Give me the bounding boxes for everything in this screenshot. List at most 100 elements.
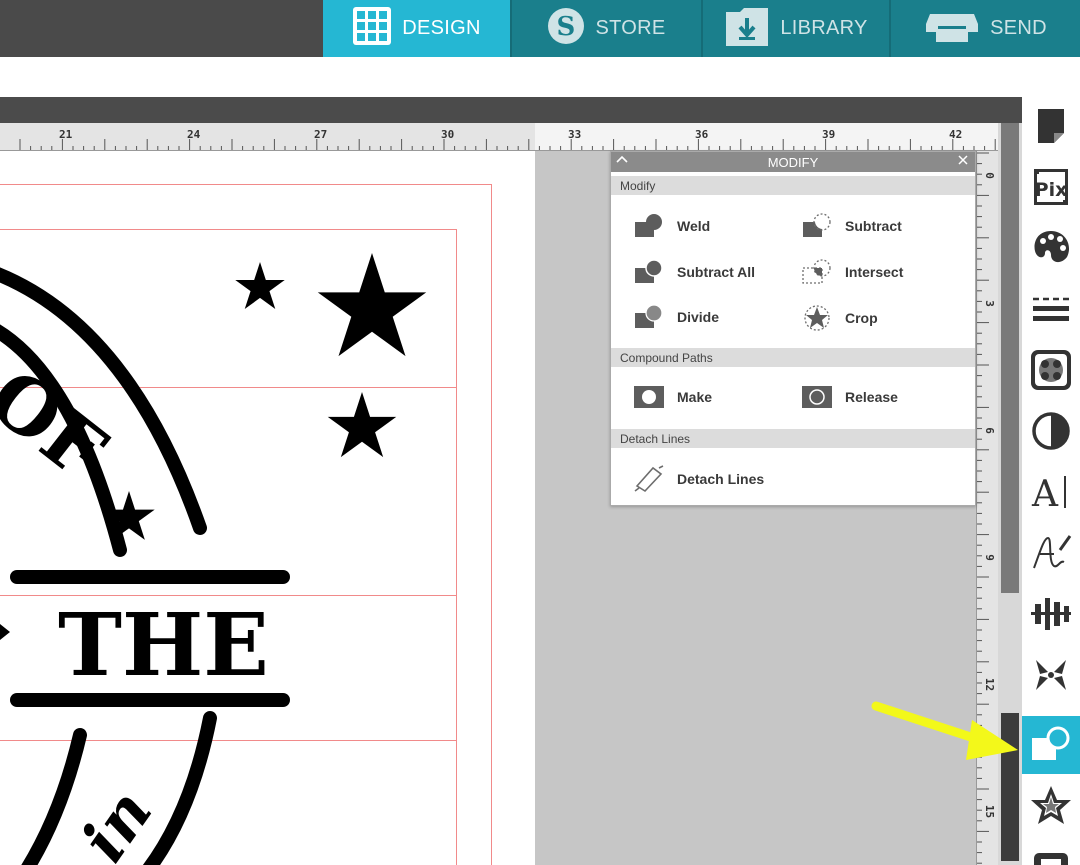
intersect-button[interactable]: Intersect [801, 259, 903, 285]
intersect-icon [802, 259, 831, 284]
trace-icon [1031, 350, 1071, 390]
tab-send[interactable]: SEND [891, 0, 1080, 57]
sketch-button[interactable] [1022, 524, 1080, 582]
offset-button[interactable] [1022, 777, 1080, 835]
offset-icon [1031, 786, 1071, 824]
make-label: Make [677, 389, 713, 405]
section-header-modify: Modify [611, 176, 975, 195]
fill-color-icon [1034, 231, 1070, 263]
make-compound-icon [634, 386, 664, 408]
crop-label: Crop [845, 310, 878, 326]
release-compound-icon [802, 386, 832, 408]
text-style-button[interactable]: A [1022, 463, 1080, 521]
toolbar-strip [0, 57, 1022, 97]
ruler-ticks [19, 139, 996, 150]
weld-label: Weld [677, 218, 711, 234]
pixscan-label: Pix [1035, 179, 1068, 201]
tab-store[interactable]: S STORE [512, 0, 703, 57]
svg-text:S: S [557, 12, 576, 42]
ruler-label: 6 [982, 427, 996, 434]
ruler-label: 3 [982, 300, 996, 307]
modify-ops: Weld Subtract Subtract All Intersect Div… [611, 195, 975, 348]
close-icon[interactable] [957, 153, 969, 169]
artwork-arc-text: OF [0, 352, 122, 496]
modify-button[interactable] [1022, 716, 1080, 774]
ruler-label: 24 [187, 128, 201, 141]
fill-color-button[interactable] [1022, 219, 1080, 277]
horizontal-ruler: 21 24 27 30 33 36 39 42 [0, 123, 998, 151]
pixscan-button[interactable]: Pix [1022, 158, 1080, 216]
artwork-script-text: in [67, 776, 166, 865]
ruler-label: 27 [314, 128, 328, 141]
panel-title: MODIFY [767, 154, 819, 170]
crop-button[interactable]: Crop [801, 304, 878, 332]
collapse-chevron-icon[interactable] [616, 154, 628, 169]
library-panel-button[interactable] [1022, 837, 1080, 865]
right-toolbar: Pix A [1022, 97, 1080, 865]
ruler-label: 21 [59, 128, 73, 141]
crop-icon [804, 305, 830, 331]
make-compound-button[interactable]: Make [633, 385, 712, 409]
replicate-button[interactable] [1022, 646, 1080, 704]
transparency-button[interactable] [1022, 402, 1080, 460]
ruler-label: 36 [695, 128, 709, 141]
page-setup-button[interactable] [1022, 97, 1080, 155]
line-style-button[interactable] [1022, 280, 1080, 338]
weld-icon [635, 214, 662, 237]
subtract-label: Subtract [845, 218, 902, 234]
library-icon [1034, 853, 1068, 865]
subtract-button[interactable]: Subtract [801, 213, 902, 239]
line-style-icon [1033, 297, 1069, 321]
design-artwork[interactable]: OF THE in [0, 151, 535, 865]
divide-button[interactable]: Divide [633, 304, 719, 330]
intersect-label: Intersect [845, 264, 904, 280]
subtract-all-button[interactable]: Subtract All [633, 259, 755, 285]
canvas-header [0, 97, 1022, 123]
grid-icon [352, 6, 392, 52]
detach-lines-icon [634, 465, 664, 493]
svg-text:A: A [1031, 474, 1059, 512]
divide-icon [635, 304, 663, 328]
detach-lines-button[interactable]: Detach Lines [633, 464, 764, 494]
modify-icon [1032, 726, 1070, 760]
ruler-label: 0 [982, 172, 996, 179]
tab-library[interactable]: LIBRARY [703, 0, 891, 57]
panel-titlebar[interactable]: MODIFY [611, 152, 975, 172]
scrollbar-track-upper[interactable] [1001, 123, 1019, 593]
download-folder-icon [724, 4, 770, 54]
ruler-label: 39 [822, 128, 836, 141]
tab-library-label: LIBRARY [780, 17, 868, 39]
ruler-label: 30 [441, 128, 455, 141]
ruler-label: 9 [982, 554, 996, 561]
ruler-label: 33 [568, 128, 582, 141]
ruler-label: 12 [983, 677, 997, 692]
detach-lines-label: Detach Lines [677, 471, 765, 487]
ruler-label: 15 [983, 804, 997, 819]
tab-design[interactable]: DESIGN [323, 0, 512, 57]
align-icon [1031, 598, 1071, 630]
text-style-icon: A [1031, 474, 1066, 512]
align-button[interactable] [1022, 585, 1080, 643]
subtract-all-icon [635, 259, 663, 283]
artwork-main-word: THE [58, 595, 269, 696]
silhouette-s-icon: S [547, 7, 585, 51]
subtract-icon [803, 213, 831, 237]
weld-button[interactable]: Weld [633, 213, 710, 239]
sketch-icon [1033, 535, 1072, 569]
page-setup-icon [1038, 109, 1064, 143]
release-compound-button[interactable]: Release [801, 385, 898, 409]
main-nav: DESIGN S STORE LIBRARY SEND [323, 0, 1080, 57]
section-header-compound: Compound Paths [611, 348, 975, 367]
divide-label: Divide [677, 309, 720, 325]
tab-design-label: DESIGN [402, 17, 481, 39]
subtract-all-label: Subtract All [677, 264, 756, 280]
tab-store-label: STORE [595, 17, 666, 39]
release-label: Release [845, 389, 898, 405]
trace-button[interactable] [1022, 341, 1080, 399]
transparency-icon [1032, 412, 1070, 450]
pixscan-icon: Pix [1034, 169, 1068, 205]
modify-panel: MODIFY Modify Weld Subtract Subtract All… [610, 151, 976, 506]
highlight-arrow-icon [871, 701, 1018, 760]
replicate-icon [1036, 660, 1066, 690]
section-header-detach: Detach Lines [611, 429, 975, 448]
